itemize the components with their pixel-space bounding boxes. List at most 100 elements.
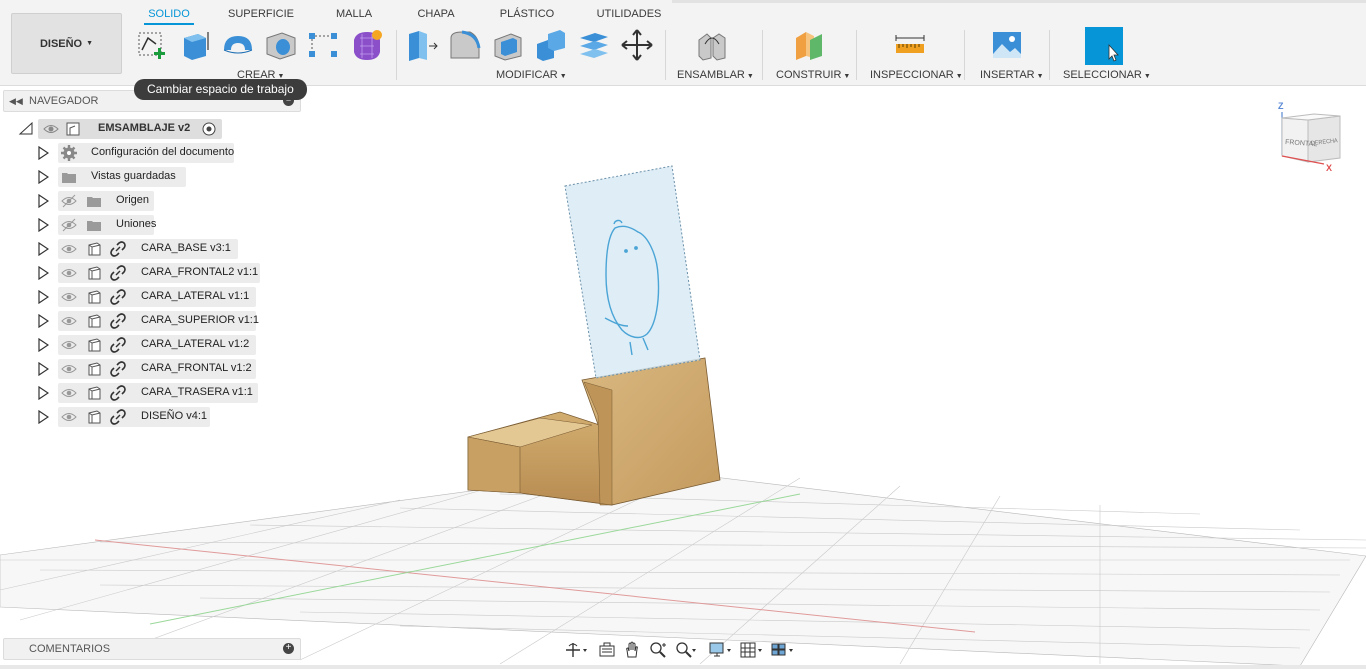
group-inspeccionar[interactable]: INSPECCIONAR ▼ bbox=[870, 69, 963, 81]
tree-item[interactable]: Vistas guardadas bbox=[0, 167, 270, 187]
tree-item[interactable]: DISEÑO v4:1 bbox=[0, 407, 270, 427]
collapse-icon[interactable]: ◀◀ bbox=[9, 91, 23, 111]
measure-icon[interactable] bbox=[893, 28, 927, 62]
chevron-down-icon: ▼ bbox=[746, 73, 754, 80]
revolve-icon[interactable] bbox=[221, 28, 255, 62]
expand-triangle-icon[interactable] bbox=[37, 338, 49, 352]
eye-hidden-icon[interactable] bbox=[61, 217, 77, 233]
eye-icon[interactable] bbox=[61, 241, 77, 257]
create-form-icon[interactable] bbox=[350, 28, 384, 62]
expand-triangle-icon[interactable] bbox=[37, 242, 49, 256]
toolbar-ribbon: DISEÑO ▼ SOLIDO SUPERFICIE MALLA CHAPA PL… bbox=[0, 0, 1366, 86]
tree-item[interactable]: Configuración del documento bbox=[0, 143, 270, 163]
comments-title: COMENTARIOS bbox=[29, 643, 111, 655]
pattern-icon[interactable] bbox=[306, 28, 340, 62]
tab-chapa[interactable]: CHAPA bbox=[411, 7, 461, 25]
eye-hidden-icon[interactable] bbox=[61, 193, 77, 209]
press-pull-icon[interactable] bbox=[405, 28, 439, 62]
component-icon bbox=[88, 362, 101, 376]
expand-triangle-icon[interactable] bbox=[37, 290, 49, 304]
eye-icon[interactable] bbox=[61, 265, 77, 281]
viewports-icon[interactable] bbox=[771, 641, 793, 659]
group-seleccionar[interactable]: SELECCIONAR ▼ bbox=[1063, 69, 1151, 81]
workspace-tooltip: Cambiar espacio de trabajo bbox=[134, 79, 307, 100]
viewcube[interactable]: Z FRONTAL DERECHA X bbox=[1274, 100, 1346, 176]
tree-item[interactable]: CARA_FRONTAL v1:2 bbox=[0, 359, 270, 379]
insert-image-icon[interactable] bbox=[990, 28, 1024, 62]
combine-icon[interactable] bbox=[534, 28, 568, 62]
joint-icon[interactable] bbox=[695, 28, 729, 62]
tree-item[interactable]: CARA_TRASERA v1:1 bbox=[0, 383, 270, 403]
expand-triangle-icon[interactable] bbox=[37, 314, 49, 328]
workspace-switcher-button[interactable]: DISEÑO ▼ bbox=[11, 13, 122, 74]
fit-icon[interactable] bbox=[674, 641, 696, 659]
group-ensamblar[interactable]: ENSAMBLAR ▼ bbox=[677, 69, 754, 81]
expand-triangle-icon[interactable] bbox=[37, 266, 49, 280]
create-sketch-icon[interactable] bbox=[136, 28, 170, 62]
tab-superficie[interactable]: SUPERFICIE bbox=[225, 7, 297, 25]
group-insertar[interactable]: INSERTAR ▼ bbox=[980, 69, 1044, 81]
hole-icon[interactable] bbox=[264, 28, 298, 62]
expand-triangle-icon[interactable] bbox=[37, 194, 49, 208]
tree-item[interactable]: CARA_LATERAL v1:2 bbox=[0, 335, 270, 355]
eye-icon[interactable] bbox=[61, 313, 77, 329]
tree-item[interactable]: Uniones bbox=[0, 215, 270, 235]
expand-triangle-icon[interactable] bbox=[37, 146, 49, 160]
acrylic-panel-model[interactable] bbox=[564, 165, 701, 379]
eye-icon[interactable] bbox=[61, 361, 77, 377]
status-strip bbox=[0, 665, 1366, 669]
shell-icon[interactable] bbox=[491, 28, 525, 62]
move-icon[interactable] bbox=[620, 28, 654, 62]
tree-item[interactable]: Origen bbox=[0, 191, 270, 211]
extrude-icon[interactable] bbox=[178, 28, 212, 62]
display-settings-icon[interactable] bbox=[709, 641, 731, 659]
tree-item[interactable]: CARA_BASE v3:1 bbox=[0, 239, 270, 259]
tree-root[interactable]: EMSAMBLAJE v2 bbox=[0, 119, 230, 139]
wooden-box-model[interactable] bbox=[467, 357, 721, 506]
tab-plastico[interactable]: PLÁSTICO bbox=[494, 7, 560, 25]
group-modificar[interactable]: MODIFICAR ▼ bbox=[496, 69, 567, 81]
expand-triangle-icon[interactable] bbox=[37, 410, 49, 424]
component-icon bbox=[88, 386, 101, 400]
eye-icon[interactable] bbox=[61, 337, 77, 353]
eye-icon[interactable] bbox=[61, 289, 77, 305]
group-construir[interactable]: CONSTRUIR ▼ bbox=[776, 69, 850, 81]
look-at-icon[interactable] bbox=[597, 641, 619, 659]
orbit-icon[interactable] bbox=[565, 641, 587, 659]
chevron-down-icon: ▼ bbox=[1143, 73, 1151, 80]
tab-solido[interactable]: SOLIDO bbox=[144, 7, 194, 25]
expand-triangle-icon[interactable] bbox=[37, 170, 49, 184]
eye-icon[interactable] bbox=[61, 409, 77, 425]
expand-triangle-icon[interactable] bbox=[37, 386, 49, 400]
tree-item[interactable]: CARA_SUPERIOR v1:1 bbox=[0, 311, 270, 331]
comments-panel[interactable]: COMENTARIOS + bbox=[3, 638, 301, 660]
tree-item[interactable]: CARA_FRONTAL2 v1:1 bbox=[0, 263, 270, 283]
eye-icon[interactable] bbox=[43, 121, 59, 137]
link-icon bbox=[110, 409, 126, 425]
expand-triangle-icon[interactable] bbox=[37, 218, 49, 232]
zoom-icon[interactable] bbox=[648, 641, 670, 659]
add-comment-icon[interactable]: + bbox=[283, 643, 294, 654]
select-cursor-icon[interactable] bbox=[1085, 27, 1123, 65]
tab-malla[interactable]: MALLA bbox=[327, 7, 381, 25]
grid-settings-icon[interactable] bbox=[740, 641, 762, 659]
tab-utilidades[interactable]: UTILIDADES bbox=[593, 7, 665, 25]
chevron-down-icon: ▼ bbox=[955, 73, 963, 80]
offset-plane-icon[interactable] bbox=[792, 28, 826, 62]
scale-icon[interactable] bbox=[577, 28, 611, 62]
tree-item-label: Origen bbox=[116, 194, 150, 206]
pan-icon[interactable] bbox=[622, 641, 644, 659]
eye-icon[interactable] bbox=[61, 385, 77, 401]
navigator-title: NAVEGADOR bbox=[29, 95, 99, 107]
workspace-label: DISEÑO bbox=[39, 37, 83, 50]
radio-target-icon[interactable] bbox=[201, 121, 217, 137]
expand-triangle-icon[interactable] bbox=[37, 362, 49, 376]
link-icon bbox=[110, 289, 126, 305]
tree-root-label: EMSAMBLAJE v2 bbox=[98, 122, 191, 134]
link-icon bbox=[110, 265, 126, 281]
tree-item-label: Uniones bbox=[116, 218, 157, 230]
fillet-icon[interactable] bbox=[448, 28, 482, 62]
tree-item[interactable]: CARA_LATERAL v1:1 bbox=[0, 287, 270, 307]
axis-z-label: Z bbox=[1278, 101, 1284, 111]
expand-triangle-icon[interactable] bbox=[18, 122, 34, 136]
